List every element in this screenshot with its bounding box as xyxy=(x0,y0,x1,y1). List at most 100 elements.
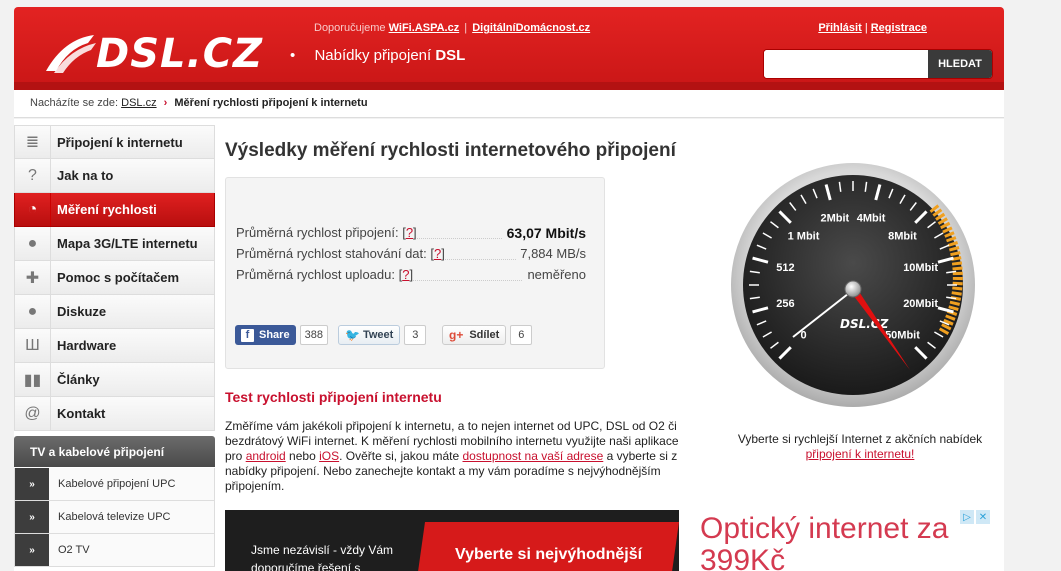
tv-item-label: O2 TV xyxy=(58,544,90,556)
result-value-connection: 63,07 Mbit/s xyxy=(502,225,586,241)
login-separator: | xyxy=(864,22,868,34)
hardware-icon: Ш xyxy=(15,329,51,362)
ad-text[interactable]: Optický internet za 399Kč xyxy=(700,513,948,571)
tv-item-o2-tv[interactable]: » O2 TV xyxy=(14,534,215,567)
gauge-caption-text: Vyberte si rychlejší Internet z akčních … xyxy=(737,432,983,446)
sidebar-item-mereni-rychlosti[interactable]: ◔ Měření rychlosti xyxy=(14,193,215,227)
ad-choices-badge[interactable]: ▷ ✕ xyxy=(960,510,990,524)
sidebar-item-jak-na-to[interactable]: ? Jak na to xyxy=(14,159,215,193)
gauge-label: 50Mbit xyxy=(885,329,920,341)
facebook-share-count: 388 xyxy=(299,325,328,345)
gauge-caption-link[interactable]: připojení k internetu! xyxy=(806,447,915,461)
tagline: • Nabídky připojení DSL xyxy=(290,47,465,64)
site-header: DSL.CZ Doporučujeme WiFi.ASPA.cz | Digit… xyxy=(14,7,1004,90)
sidebar-item-diskuze[interactable]: ● Diskuze xyxy=(14,295,215,329)
google-plus-share-group: g+ Sdílet 6 xyxy=(442,324,533,346)
sidebar-nav: ≣ Připojení k internetu ? Jak na to ◔ Mě… xyxy=(14,125,215,431)
book-icon: ▮▮ xyxy=(15,363,51,396)
sidebar-item-clanky[interactable]: ▮▮ Články xyxy=(14,363,215,397)
google-plus-share-button[interactable]: g+ Sdílet xyxy=(442,325,507,345)
sidebar-item-label: Připojení k internetu xyxy=(57,134,183,150)
facebook-share-group: f Share 388 xyxy=(235,324,328,346)
breadcrumb-prefix: Nacházíte se zde: xyxy=(30,97,119,109)
register-link[interactable]: Registrace xyxy=(871,22,927,34)
plus-icon: ✚ xyxy=(15,261,51,294)
login-link[interactable]: Přihlásit xyxy=(818,22,861,34)
recommend-separator: | xyxy=(464,22,468,34)
sidebar-item-mapa[interactable]: ● Mapa 3G/LTE internetu xyxy=(14,227,215,261)
gauge-label: 8Mbit xyxy=(888,231,917,243)
at-sign-icon: @ xyxy=(15,397,51,430)
google-plus-label: Sdílet xyxy=(469,329,500,341)
gauge-label: 256 xyxy=(776,298,794,310)
description-part: . Ověřte si, jakou máte xyxy=(339,449,463,463)
speedometer-icon: ◔ xyxy=(15,193,51,226)
breadcrumb: Nacházíte se zde: DSL.cz › Měření rychlo… xyxy=(14,90,1004,118)
page-title: Výsledky měření rychlosti internetového … xyxy=(225,140,676,161)
double-chevron-icon: » xyxy=(15,501,49,533)
ad-close-icon: ✕ xyxy=(976,510,990,524)
link-digitalni-domacnost[interactable]: DigitálníDomácnost.cz xyxy=(472,22,590,34)
header-bottom-strip xyxy=(14,82,1004,90)
help-link[interactable]: ? xyxy=(434,246,441,261)
ad-line-2: 399Kč xyxy=(700,544,786,571)
result-value-download: 7,884 MB/s xyxy=(516,246,586,261)
help-link[interactable]: ? xyxy=(406,225,413,240)
sidebar-item-kontakt[interactable]: @ Kontakt xyxy=(14,397,215,431)
ad-info-icon: ▷ xyxy=(960,510,974,524)
tv-item-label: Kabelová televize UPC xyxy=(58,511,171,523)
result-label-text: Průměrná rychlost uploadu: xyxy=(236,267,395,282)
tv-item-kabelova-televize-upc[interactable]: » Kabelová televize UPC xyxy=(14,501,215,534)
tweet-label: Tweet xyxy=(362,329,394,341)
sidebar-item-pripojeni[interactable]: ≣ Připojení k internetu xyxy=(14,125,215,159)
ios-link[interactable]: iOS xyxy=(319,449,339,463)
twitter-bird-icon: 🐦 xyxy=(345,328,360,342)
tv-item-label: Kabelové připojení UPC xyxy=(58,478,176,490)
result-row-connection: Průměrná rychlost připojení: [?] 63,07 M… xyxy=(236,225,586,245)
promo-banner[interactable]: Jsme nezávislí - vždy Vám doporučíme řeš… xyxy=(225,510,679,571)
sidebar-item-pomoc[interactable]: ✚ Pomoc s počítačem xyxy=(14,261,215,295)
availability-link[interactable]: dostupnost na vaší adrese xyxy=(463,449,604,463)
gauge-label: 1 Mbit xyxy=(788,231,820,243)
gauge-caption: Vyberte si rychlejší Internet z akčních … xyxy=(700,432,1020,462)
search-button[interactable]: HLEDAT xyxy=(928,50,992,78)
test-heading: Test rychlosti připojení internetu xyxy=(225,389,442,405)
account-links: Přihlásit | Registrace xyxy=(818,22,927,34)
tagline-dot: • xyxy=(290,47,296,64)
sidebar-item-label: Jak na to xyxy=(57,168,114,183)
gauge-hub xyxy=(844,280,862,298)
chat-bubble-icon: ● xyxy=(15,295,51,328)
tagline-prefix: Nabídky připojení xyxy=(314,47,432,64)
tv-item-kabelove-pripojeni-upc[interactable]: » Kabelové připojení UPC xyxy=(14,468,215,501)
search-input[interactable] xyxy=(764,50,929,78)
sidebar-item-hardware[interactable]: Ш Hardware xyxy=(14,329,215,363)
sidebar-item-label: Mapa 3G/LTE internetu xyxy=(57,236,198,251)
banner-right-text: Vyberte si nejvýhodnější xyxy=(455,546,643,563)
ad-line-1: Optický internet za xyxy=(700,512,949,545)
twitter-share-group: 🐦 Tweet 3 xyxy=(338,324,427,346)
description-text: Změříme vám jakékoli připojení k interne… xyxy=(225,419,685,494)
sidebar-item-label: Měření rychlosti xyxy=(57,202,157,217)
sidebar-item-label: Články xyxy=(57,372,100,387)
sidebar-item-label: Kontakt xyxy=(57,406,106,421)
tweet-button[interactable]: 🐦 Tweet xyxy=(338,325,401,345)
result-label-text: Průměrná rychlost připojení: xyxy=(236,225,399,240)
speed-gauge: 02565121 Mbit2Mbit 4Mbit8Mbit10Mbit20Mbit… xyxy=(731,163,975,407)
facebook-icon: f xyxy=(241,328,254,342)
list-icon: ≣ xyxy=(15,126,51,158)
tv-section-list: » Kabelové připojení UPC » Kabelová tele… xyxy=(14,468,215,567)
double-chevron-icon: » xyxy=(15,534,49,566)
gauge-label: 20Mbit xyxy=(903,298,938,310)
android-link[interactable]: android xyxy=(246,449,286,463)
breadcrumb-arrow-icon: › xyxy=(163,97,168,109)
dsl-logo[interactable]: DSL.CZ xyxy=(44,29,274,79)
facebook-share-label: Share xyxy=(259,329,290,341)
result-label: Průměrná rychlost stahování dat: [?] xyxy=(236,246,445,261)
link-wifi-aspa[interactable]: WiFi.ASPA.cz xyxy=(389,22,460,34)
tagline-bold: DSL xyxy=(435,47,466,64)
gauge-label: 10Mbit xyxy=(903,262,938,274)
facebook-share-button[interactable]: f Share xyxy=(235,325,296,345)
double-chevron-icon: » xyxy=(15,468,49,500)
breadcrumb-home[interactable]: DSL.cz xyxy=(121,97,156,109)
help-link[interactable]: ? xyxy=(402,267,409,282)
